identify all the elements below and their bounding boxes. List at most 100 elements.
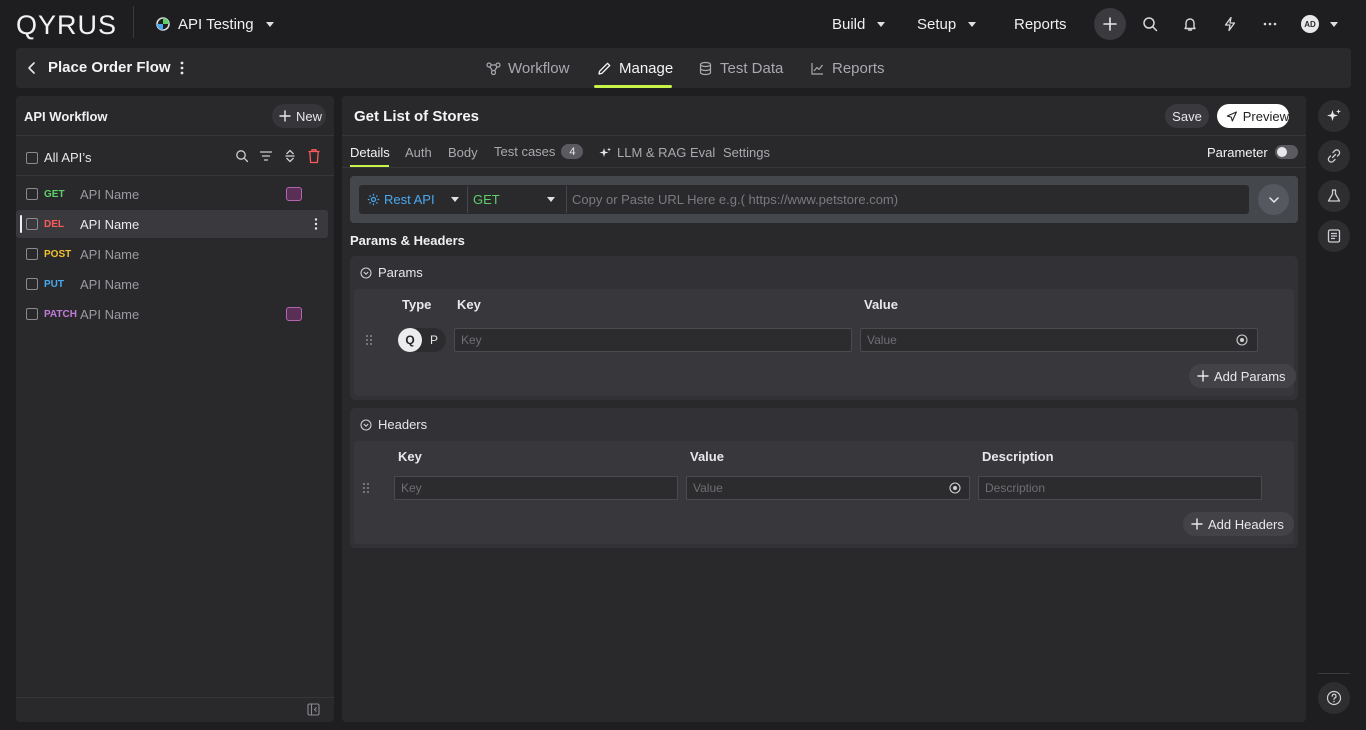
api-list-item[interactable]: PATCH API Name bbox=[16, 300, 328, 328]
chevron-down-icon bbox=[265, 21, 274, 27]
headers-collapse-toggle[interactable]: Headers bbox=[360, 417, 427, 432]
tab-test-cases[interactable]: Test cases 4 bbox=[494, 144, 584, 159]
tab-workflow[interactable]: Workflow bbox=[486, 58, 569, 78]
parameter-toggle[interactable] bbox=[1275, 145, 1298, 159]
api-list-item[interactable]: DEL API Name bbox=[16, 210, 328, 238]
divider bbox=[467, 186, 468, 213]
method-badge: DEL bbox=[44, 218, 64, 230]
divider bbox=[16, 175, 334, 176]
trash-icon bbox=[308, 149, 320, 164]
new-api-button[interactable]: New bbox=[272, 104, 326, 128]
tab-reports-label: Reports bbox=[832, 59, 885, 77]
more-vertical-icon[interactable] bbox=[312, 217, 320, 231]
tab-body[interactable]: Body bbox=[448, 145, 478, 160]
select-all-checkbox[interactable] bbox=[26, 151, 38, 164]
api-checkbox[interactable] bbox=[26, 188, 38, 200]
drag-handle-icon bbox=[363, 483, 369, 493]
chevron-down-icon[interactable] bbox=[1330, 22, 1338, 27]
save-button[interactable]: Save bbox=[1165, 104, 1209, 128]
preview-label: Preview bbox=[1242, 108, 1289, 124]
delete-button[interactable] bbox=[307, 148, 321, 164]
workflow-icon bbox=[486, 61, 501, 75]
params-collapse-toggle[interactable]: Params bbox=[360, 265, 423, 280]
url-input[interactable]: Copy or Paste URL Here e.g.( https://www… bbox=[572, 192, 898, 207]
http-method-value: GET bbox=[473, 192, 500, 207]
drag-handle[interactable] bbox=[362, 482, 370, 494]
api-name: API Name bbox=[80, 186, 140, 202]
tab-manage-label: Manage bbox=[619, 59, 674, 77]
chevron-left-icon bbox=[28, 62, 35, 74]
quick-actions-button[interactable] bbox=[1220, 14, 1240, 34]
nav-build[interactable]: Build bbox=[832, 14, 886, 34]
api-checkbox[interactable] bbox=[26, 248, 38, 260]
api-checkbox[interactable] bbox=[26, 308, 38, 320]
drag-handle-icon bbox=[366, 335, 372, 345]
more-button[interactable] bbox=[1260, 14, 1280, 34]
add-variable-icon[interactable] bbox=[1236, 334, 1248, 346]
gear-icon bbox=[367, 193, 380, 206]
nav-reports[interactable]: Reports bbox=[1014, 14, 1067, 34]
back-button[interactable] bbox=[26, 61, 38, 75]
tab-settings[interactable]: Settings bbox=[723, 145, 770, 160]
header-key-input[interactable]: Key bbox=[394, 476, 678, 500]
tab-test-data[interactable]: Test Data bbox=[698, 58, 783, 78]
method-badge: POST bbox=[44, 248, 72, 260]
header-value-input[interactable]: Value bbox=[686, 476, 970, 500]
collapse-panel-button[interactable] bbox=[307, 703, 320, 716]
search-icon bbox=[236, 150, 249, 163]
column-header-description: Description bbox=[982, 449, 1054, 464]
http-method-select[interactable]: GET bbox=[473, 192, 555, 207]
tab-manage[interactable]: Manage bbox=[597, 58, 673, 78]
type-option-path[interactable]: P bbox=[422, 333, 446, 347]
method-badge: PATCH bbox=[44, 308, 77, 320]
notes-button[interactable] bbox=[1318, 220, 1350, 252]
create-button[interactable] bbox=[1094, 8, 1126, 40]
avatar[interactable]: AD bbox=[1301, 15, 1319, 33]
filter-button[interactable] bbox=[259, 149, 273, 163]
add-headers-button[interactable]: Add Headers bbox=[1183, 512, 1294, 536]
flow-menu-button[interactable] bbox=[176, 60, 188, 76]
link-button[interactable] bbox=[1318, 140, 1350, 172]
api-list-item[interactable]: PUT API Name bbox=[16, 270, 328, 298]
tab-reports[interactable]: Reports bbox=[810, 58, 885, 78]
qyrus-logo[interactable]: QYRUS bbox=[16, 10, 117, 41]
ai-assistant-button[interactable] bbox=[1318, 100, 1350, 132]
param-value-input[interactable]: Value bbox=[860, 328, 1258, 352]
notifications-button[interactable] bbox=[1180, 14, 1200, 34]
search-button[interactable] bbox=[1140, 14, 1160, 34]
api-type-select[interactable]: Rest API bbox=[367, 192, 459, 207]
sparkle-icon bbox=[599, 147, 611, 157]
api-checkbox[interactable] bbox=[26, 218, 38, 230]
api-checkbox[interactable] bbox=[26, 278, 38, 290]
add-params-button[interactable]: Add Params bbox=[1189, 364, 1296, 388]
tab-auth[interactable]: Auth bbox=[405, 145, 432, 160]
sort-button[interactable] bbox=[283, 149, 297, 163]
preview-button[interactable]: Preview bbox=[1217, 104, 1289, 128]
url-expand-button[interactable] bbox=[1258, 184, 1289, 215]
api-list-item[interactable]: POST API Name bbox=[16, 240, 328, 268]
search-apis-button[interactable] bbox=[235, 149, 249, 163]
lab-button[interactable] bbox=[1318, 180, 1350, 212]
project-selector[interactable]: API Testing bbox=[156, 14, 274, 34]
header-value-placeholder: Value bbox=[693, 481, 723, 495]
param-type-switch[interactable]: Q P bbox=[398, 328, 446, 352]
param-key-input[interactable]: Key bbox=[454, 328, 852, 352]
add-variable-icon[interactable] bbox=[949, 482, 961, 494]
drag-handle[interactable] bbox=[365, 334, 373, 346]
params-headers-title: Params & Headers bbox=[350, 233, 465, 248]
plus-icon bbox=[279, 110, 291, 122]
type-option-query[interactable]: Q bbox=[398, 328, 422, 352]
api-list-item[interactable]: GET API Name bbox=[16, 180, 328, 208]
tab-llm-rag-eval[interactable]: LLM & RAG Eval bbox=[599, 145, 715, 160]
chevron-down-icon bbox=[451, 197, 459, 202]
tab-details[interactable]: Details bbox=[350, 145, 390, 160]
help-icon bbox=[1326, 690, 1342, 706]
column-header-type: Type bbox=[402, 297, 432, 312]
filter-icon bbox=[259, 151, 273, 161]
chevron-down-icon bbox=[547, 197, 555, 202]
nav-setup[interactable]: Setup bbox=[917, 14, 977, 34]
chevron-circle-icon bbox=[360, 418, 372, 431]
tab-workflow-label: Workflow bbox=[508, 59, 570, 77]
header-description-input[interactable]: Description bbox=[978, 476, 1262, 500]
help-button[interactable] bbox=[1318, 682, 1350, 714]
